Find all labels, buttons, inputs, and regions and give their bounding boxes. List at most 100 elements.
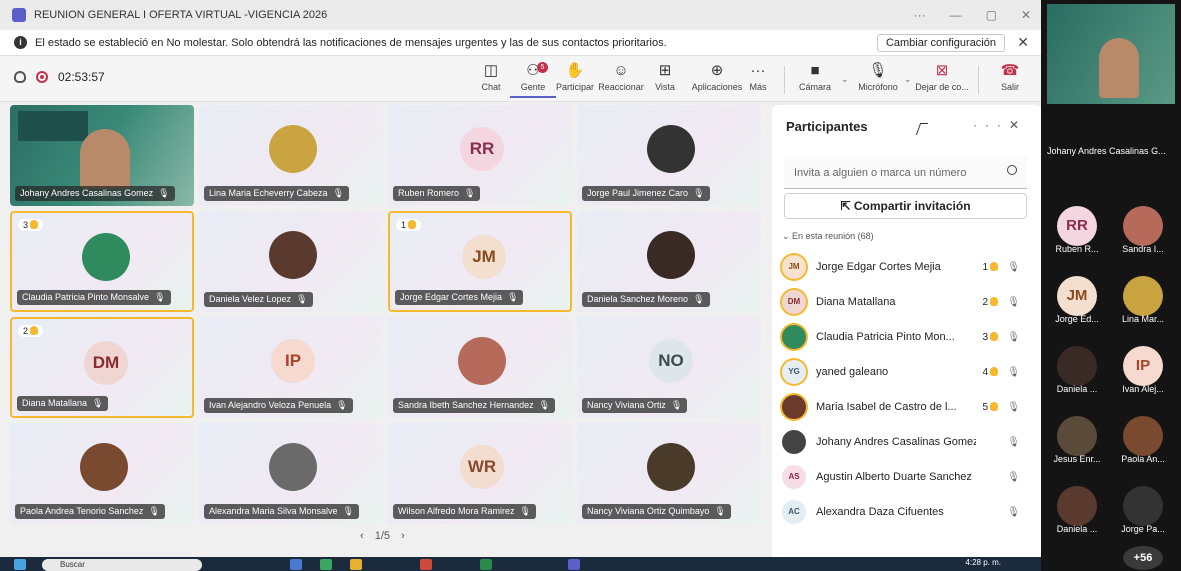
panel-more-icon[interactable]: ··· — [973, 118, 1009, 132]
meeting-timer: 02:53:57 — [58, 70, 105, 84]
participant-name: Jorge Edgar Cortes Mejia — [816, 261, 941, 273]
video-tile[interactable]: RR Ruben Romero 🎙 — [388, 105, 572, 206]
camera-button[interactable]: ■ Cámara — [792, 60, 838, 98]
raised-hand-badge: 1 — [982, 261, 998, 273]
raised-hand-badge: 2 — [18, 325, 44, 337]
video-tile[interactable]: Nancy Viviana Ortiz Quimbayo 🎙 — [577, 423, 761, 524]
avatar[interactable] — [1123, 206, 1163, 246]
minimize-icon[interactable]: — — [950, 8, 962, 22]
share-invite-button[interactable]: ⇱ Compartir invitación — [784, 193, 1027, 219]
tile-name-label: Sandra Ibeth Sanchez Hernandez 🎙 — [393, 398, 556, 413]
people-button[interactable]: ⚇ 5 Gente — [510, 60, 556, 98]
video-tile[interactable]: NO Nancy Viviana Ortiz 🎙 — [577, 317, 761, 418]
video-tile[interactable]: JM 1 Jorge Edgar Cortes Mejia 🎙 — [388, 211, 572, 312]
taskbar-app-icon[interactable] — [320, 559, 332, 570]
video-tile[interactable]: Johany Andres Casalinas Gomez 🎙 — [10, 105, 194, 206]
in-meeting-section[interactable]: ⌄ En esta reunión (68) — [782, 231, 874, 242]
video-tile[interactable]: Daniela Sanchez Moreno 🎙 — [577, 211, 761, 312]
change-settings-button[interactable]: Cambiar configuración — [876, 34, 1005, 52]
avatar[interactable] — [1057, 346, 1097, 386]
tile-name-label: Diana Matallana 🎙 — [17, 396, 109, 411]
video-tile[interactable]: DM 2 Diana Matallana 🎙 — [10, 317, 194, 418]
avatar[interactable] — [1057, 416, 1097, 456]
react-button[interactable]: ☺ Reaccionar — [598, 60, 644, 98]
view-button[interactable]: ⊞ Vista — [642, 60, 688, 98]
banner-text: El estado se estableció en No molestar. … — [35, 36, 667, 49]
avatar[interactable]: IP — [1123, 346, 1163, 386]
camera-icon: ■ — [810, 62, 820, 79]
participant-row[interactable]: YG yaned galeano 4 🎙 — [782, 356, 1032, 388]
video-tile[interactable]: IP Ivan Alejandro Veloza Penuela 🎙 — [199, 317, 383, 418]
video-tile[interactable]: Paola Andrea Tenorio Sanchez 🎙 — [10, 423, 194, 524]
dismiss-banner-icon[interactable]: ✕ — [1017, 34, 1029, 51]
participant-row[interactable]: AC Alexandra Daza Cifuentes 🎙 — [782, 496, 1032, 528]
taskbar-chrome-icon[interactable] — [420, 559, 432, 570]
more-icon[interactable]: ··· — [914, 8, 926, 22]
video-tile[interactable]: Jorge Paul Jimenez Caro 🎙 — [577, 105, 761, 206]
more-button[interactable]: ··· Más — [738, 60, 778, 98]
avatar: AS — [782, 465, 806, 489]
video-tile[interactable]: WR Wilson Alfredo Mora Ramirez 🎙 — [388, 423, 572, 524]
windows-taskbar: Buscar 4:28 p. m. — [0, 557, 1041, 571]
video-tile[interactable]: Sandra Ibeth Sanchez Hernandez 🎙 — [388, 317, 572, 418]
avatar[interactable] — [1057, 486, 1097, 526]
participant-row[interactable]: Johany Andres Casalinas Gomez 🎙 — [782, 426, 1032, 458]
panel-close-icon[interactable]: ✕ — [1009, 118, 1027, 132]
apps-button[interactable]: ⊕ Aplicaciones — [690, 60, 744, 98]
avatar[interactable] — [1123, 276, 1163, 316]
tile-name-label: Nancy Viviana Ortiz 🎙 — [582, 398, 688, 413]
shield-icon[interactable] — [14, 71, 26, 83]
windows-start-icon[interactable] — [14, 559, 26, 570]
avatar[interactable] — [1123, 486, 1163, 526]
participant-row[interactable]: Maria Isabel de Castro de l... 5 🎙 — [782, 391, 1032, 423]
prev-page-icon[interactable]: ‹ — [360, 530, 364, 542]
stop-share-button[interactable]: ⊠ Dejar de co... — [914, 60, 970, 98]
video-tile[interactable]: Daniela Velez Lopez 🎙 — [199, 211, 383, 312]
restore-icon[interactable]: ▢ — [986, 8, 997, 22]
taskbar-teams-icon[interactable] — [568, 559, 580, 570]
mic-muted-icon: 🎙 — [464, 188, 476, 198]
next-page-icon[interactable]: › — [401, 530, 405, 542]
tile-name-label: Nancy Viviana Ortiz Quimbayo 🎙 — [582, 504, 731, 519]
close-icon[interactable]: ✕ — [1021, 8, 1031, 22]
raised-hand-badge: 2 — [982, 296, 998, 308]
mic-chevron-down-icon[interactable]: ⌄ — [904, 74, 912, 85]
more-dots-icon: ··· — [750, 62, 766, 79]
taskbar-app-icon[interactable] — [290, 559, 302, 570]
mic-muted-icon: 🎙 — [507, 292, 519, 302]
hand-icon — [990, 296, 998, 306]
participant-row[interactable]: AS Agustin Alberto Duarte Sanchez 🎙 — [782, 461, 1032, 493]
smiley-icon: ☺ — [613, 62, 629, 79]
more-participants-button[interactable]: +56 — [1123, 546, 1163, 570]
taskbar-search[interactable]: Buscar — [42, 559, 202, 571]
invite-search-input[interactable]: Invita a alguien o marca un número — [784, 157, 1027, 189]
participant-photo — [458, 337, 506, 385]
tile-name-label: Jorge Edgar Cortes Mejia 🎙 — [395, 290, 524, 305]
shared-slide — [18, 111, 88, 141]
chat-button[interactable]: ◫ Chat — [468, 60, 514, 98]
participant-label: Lina Mar... — [1121, 314, 1165, 324]
raise-hand-button[interactable]: ✋ Participar — [552, 60, 598, 98]
video-tile[interactable]: Alexandra Maria Silva Monsalve 🎙 — [199, 423, 383, 524]
video-tile[interactable]: 3 Claudia Patricia Pinto Monsalve 🎙 — [10, 211, 194, 312]
participant-row[interactable]: DM Diana Matallana 2 🎙 — [782, 286, 1032, 318]
taskbar-folder-icon[interactable] — [350, 559, 362, 570]
participant-photo — [82, 233, 130, 281]
mic-muted-icon: 🎙 — [92, 398, 104, 408]
avatar[interactable]: RR — [1057, 206, 1097, 246]
leave-button[interactable]: ☎ Salir — [988, 60, 1032, 98]
participant-row[interactable]: JM Jorge Edgar Cortes Mejia 1 🎙 — [782, 251, 1032, 283]
mic-button[interactable]: 🎙 Micrófono — [852, 60, 904, 98]
participant-row[interactable]: Claudia Patricia Pinto Mon... 3 🎙 — [782, 321, 1032, 353]
taskbar-excel-icon[interactable] — [480, 559, 492, 570]
hand-icon — [990, 366, 998, 376]
participant-name: Johany Andres Casalinas Gomez — [816, 436, 976, 448]
avatar: JM — [462, 235, 506, 279]
avatar: DM — [84, 341, 128, 385]
camera-chevron-down-icon[interactable]: ⌄ — [841, 74, 849, 85]
avatar[interactable]: JM — [1057, 276, 1097, 316]
raised-hand-badge: 3 — [982, 331, 998, 343]
avatar[interactable] — [1123, 416, 1163, 456]
video-tile[interactable]: Lina Maria Echeverry Cabeza 🎙 — [199, 105, 383, 206]
participant-name: Alexandra Daza Cifuentes — [816, 506, 944, 518]
